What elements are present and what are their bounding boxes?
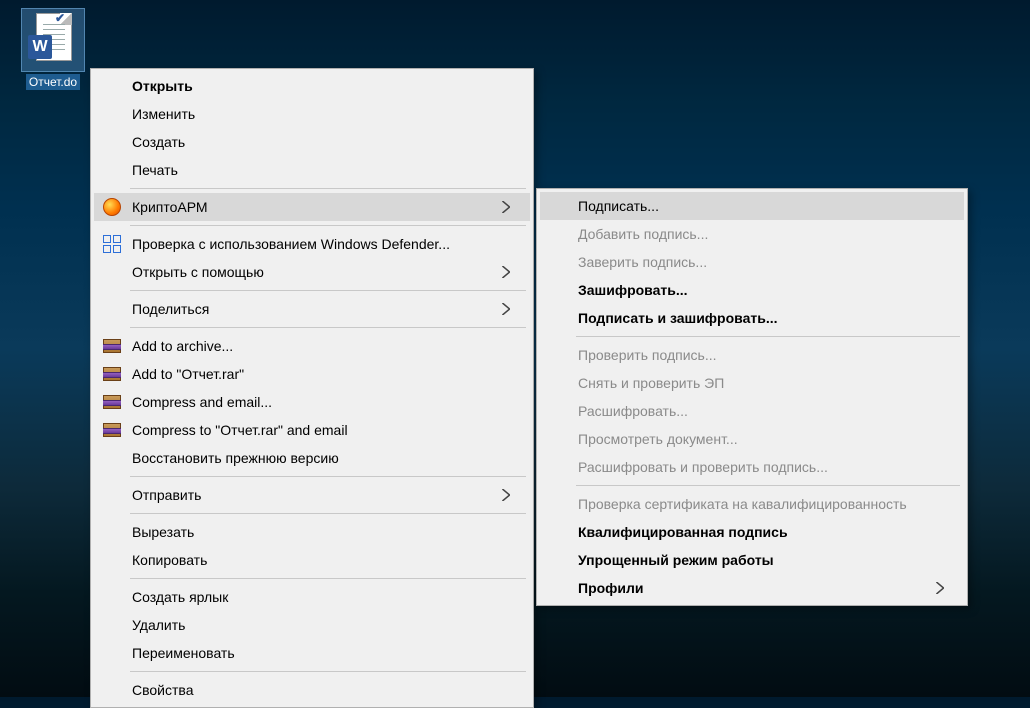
chevron-right-icon [502, 303, 510, 315]
cryptoarm-submenu: Подписать... Добавить подпись... Заверит… [536, 188, 968, 606]
menu-create-shortcut[interactable]: Создать ярлык [94, 583, 530, 611]
separator [130, 327, 526, 328]
defender-icon [102, 234, 122, 254]
menu-rename[interactable]: Переименовать [94, 639, 530, 667]
submenu-decrypt-verify: Расшифровать и проверить подпись... [540, 453, 964, 481]
submenu-simple-mode[interactable]: Упрощенный режим работы [540, 546, 964, 574]
menu-compress-email[interactable]: Compress and email... [94, 388, 530, 416]
menu-create[interactable]: Создать [94, 128, 530, 156]
chevron-right-icon [502, 489, 510, 501]
separator [576, 336, 960, 337]
menu-edit[interactable]: Изменить [94, 100, 530, 128]
submenu-sign[interactable]: Подписать... [540, 192, 964, 220]
submenu-remove-verify: Снять и проверить ЭП [540, 369, 964, 397]
submenu-profiles[interactable]: Профили [540, 574, 964, 602]
chevron-right-icon [502, 201, 510, 213]
menu-defender[interactable]: Проверка с использованием Windows Defend… [94, 230, 530, 258]
desktop-file-icon[interactable]: ✔ W Отчет.do [12, 8, 94, 93]
winrar-icon [102, 364, 122, 384]
winrar-icon [102, 336, 122, 356]
menu-open[interactable]: Открыть [94, 72, 530, 100]
menu-send[interactable]: Отправить [94, 481, 530, 509]
submenu-encrypt[interactable]: Зашифровать... [540, 276, 964, 304]
separator [130, 290, 526, 291]
menu-add-archive[interactable]: Add to archive... [94, 332, 530, 360]
menu-compress-to-email[interactable]: Compress to "Отчет.rar" and email [94, 416, 530, 444]
menu-share[interactable]: Поделиться [94, 295, 530, 323]
menu-add-to-rar[interactable]: Add to "Отчет.rar" [94, 360, 530, 388]
desktop-file-label: Отчет.do [26, 74, 80, 90]
winrar-icon [102, 392, 122, 412]
winrar-icon [102, 420, 122, 440]
file-context-menu: Открыть Изменить Создать Печать КриптоАР… [90, 68, 534, 708]
separator [130, 225, 526, 226]
submenu-qualified-signature[interactable]: Квалифицированная подпись [540, 518, 964, 546]
separator [130, 476, 526, 477]
submenu-add-signature: Добавить подпись... [540, 220, 964, 248]
submenu-certify-signature: Заверить подпись... [540, 248, 964, 276]
menu-properties[interactable]: Свойства [94, 676, 530, 704]
menu-restore-previous[interactable]: Восстановить прежнюю версию [94, 444, 530, 472]
separator [130, 671, 526, 672]
menu-cut[interactable]: Вырезать [94, 518, 530, 546]
chevron-right-icon [936, 582, 944, 594]
separator [130, 513, 526, 514]
submenu-check-certificate: Проверка сертификата на кавалифицированн… [540, 490, 964, 518]
chevron-right-icon [502, 266, 510, 278]
submenu-decrypt: Расшифровать... [540, 397, 964, 425]
menu-copy[interactable]: Копировать [94, 546, 530, 574]
separator [130, 188, 526, 189]
menu-delete[interactable]: Удалить [94, 611, 530, 639]
separator [130, 578, 526, 579]
menu-cryptoarm[interactable]: КриптоАРМ [94, 193, 530, 221]
menu-print[interactable]: Печать [94, 156, 530, 184]
separator [576, 485, 960, 486]
submenu-sign-encrypt[interactable]: Подписать и зашифровать... [540, 304, 964, 332]
word-document-icon: ✔ W [21, 8, 85, 72]
submenu-verify-signature: Проверить подпись... [540, 341, 964, 369]
submenu-view-document: Просмотреть документ... [540, 425, 964, 453]
cryptoarm-icon [102, 197, 122, 217]
menu-open-with[interactable]: Открыть с помощью [94, 258, 530, 286]
